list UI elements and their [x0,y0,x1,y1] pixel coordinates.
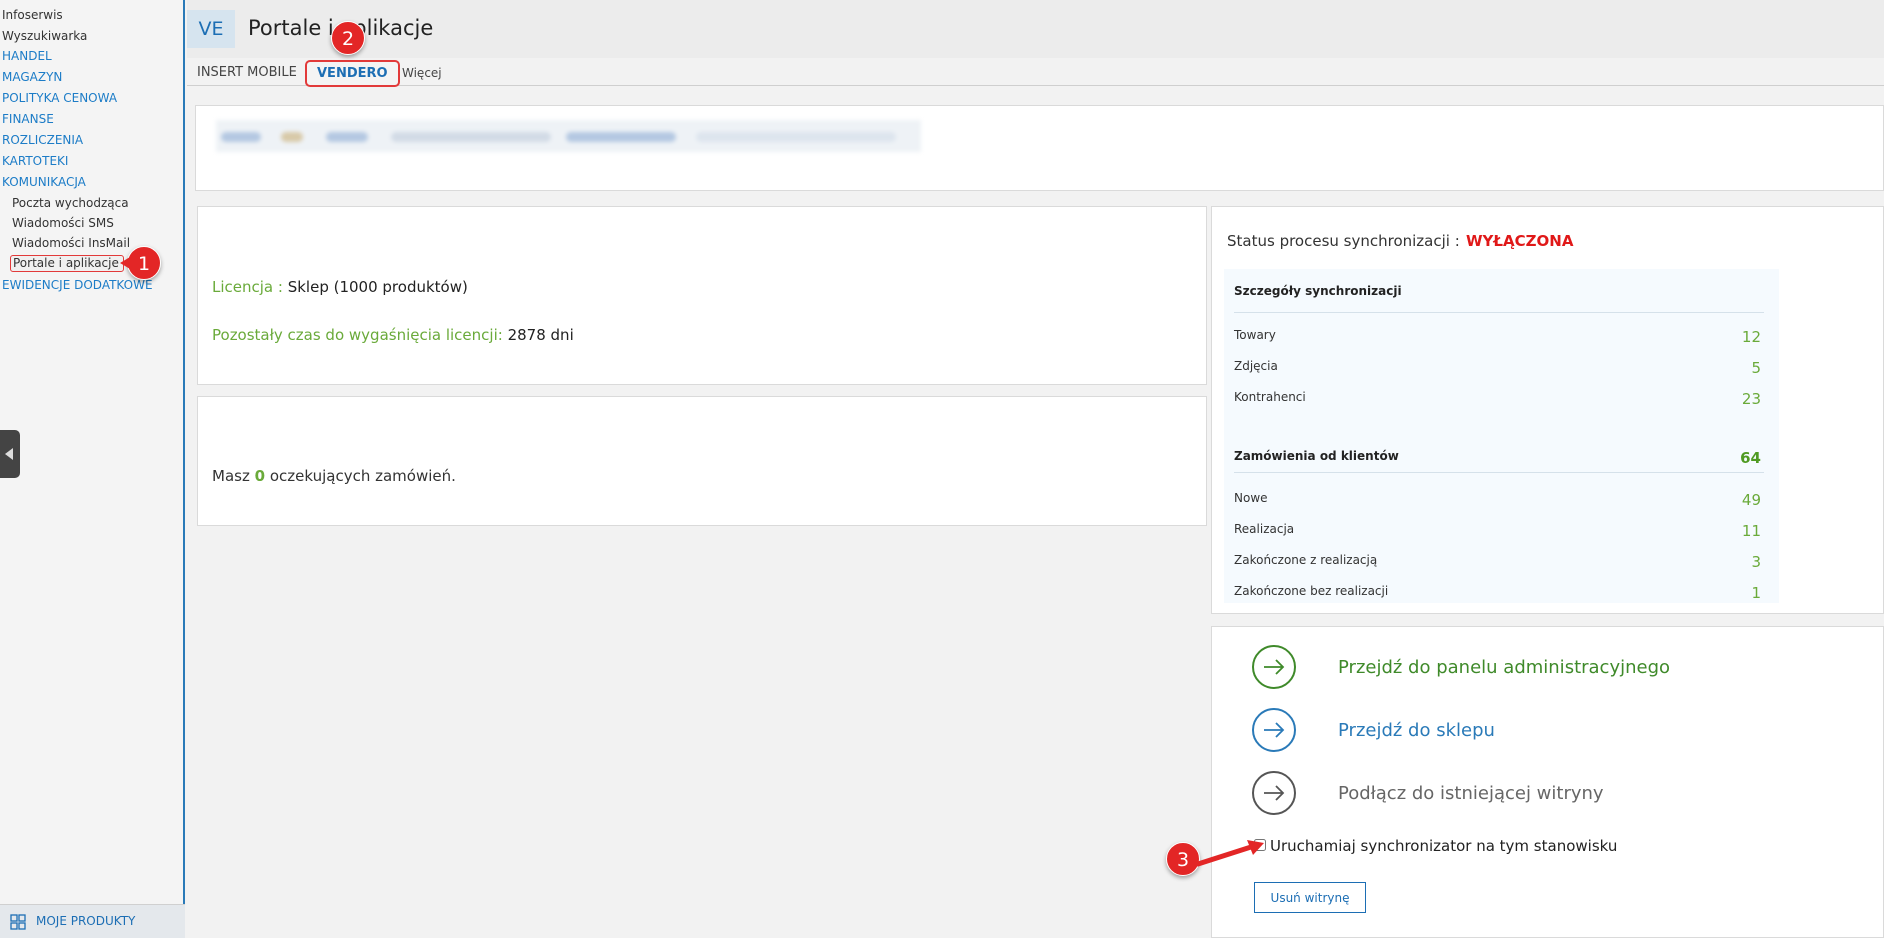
license-remaining-value: 2878 dni [507,326,574,344]
sync-detail-value: 23 [1741,390,1761,408]
license-panel: Licencja : Sklep (1000 produktów) Pozost… [197,206,1207,385]
pending-orders-count: 0 [254,467,266,485]
sync-status-panel: Status procesu synchronizacji : WYŁĄCZON… [1211,206,1884,614]
pending-orders-suffix: oczekujących zamówień. [269,467,456,485]
pending-orders-prefix: Masz [212,467,250,485]
tabs-bar: INSERT MOBILE VENDERO Więcej [187,58,1884,87]
sync-details-title: Szczegóły synchronizacji [1234,284,1402,298]
license-remaining-label: Pozostały czas do wygaśnięcia licencji: [212,326,503,344]
sync-details-block: Szczegóły synchronizacji Towary 12 Zdjęc… [1224,269,1779,603]
sidebar-item-ewidencje-dodatkowe[interactable]: EWIDENCJE DODATKOWE [2,277,153,293]
sidebar-item-wiadomosci-sms[interactable]: Wiadomości SMS [12,215,114,231]
go-to-shop-label: Przejdź do sklepu [1338,720,1495,741]
go-to-shop-link[interactable]: Przejdź do sklepu [1252,708,1552,752]
breadcrumb-panel [195,105,1884,191]
sync-detail-label: Zdjęcia [1234,359,1278,373]
sidebar-item-magazyn[interactable]: MAGAZYN [2,69,62,85]
annotation-marker-1: 1 [127,246,161,280]
customer-orders-title: Zamówienia od klientów [1234,449,1399,463]
actions-panel: Przejdź do panelu administracyjnego Prze… [1211,626,1884,938]
tab-wiecej[interactable]: Więcej [402,66,442,80]
run-sync-label[interactable]: Uruchamiaj synchronizator na tym stanowi… [1270,837,1617,855]
tab-insert-mobile[interactable]: INSERT MOBILE [197,65,297,80]
sidebar-item-komunikacja[interactable]: KOMUNIKACJA [2,174,86,190]
sidebar-item-infoserwis[interactable]: Infoserwis [2,7,63,23]
license-label: Licencja : [212,278,283,296]
arrow-right-icon [1264,722,1285,738]
divider [1234,312,1764,313]
tab-vendero[interactable]: VENDERO [305,60,400,87]
app-badge: VE [187,10,235,48]
sync-detail-value: 5 [1751,359,1761,377]
order-status-value: 3 [1751,553,1761,571]
annotation-marker-3: 3 [1166,842,1200,876]
blurred-breadcrumb [216,120,921,152]
license-remaining-row: Pozostały czas do wygaśnięcia licencji: … [212,326,574,344]
order-status-label: Nowe [1234,491,1268,505]
page-header: VE Portale i aplikacje [187,0,1884,58]
sidebar-item-finanse[interactable]: FINANSE [2,111,54,127]
sidebar-item-rozliczenia[interactable]: ROZLICZENIA [2,132,83,148]
order-status-value: 11 [1741,522,1761,540]
my-products-label: MOJE PRODUKTY [36,914,136,928]
sync-status-value: WYŁĄCZONA [1466,232,1574,250]
sync-detail-label: Kontrahenci [1234,390,1306,404]
admin-panel-link[interactable]: Przejdź do panelu administracyjnego [1252,645,1752,689]
connect-site-label: Podłącz do istniejącej witryny [1338,783,1604,804]
sidebar-item-handel[interactable]: HANDEL [2,48,52,64]
sidebar-item-wiadomosci-insmail[interactable]: Wiadomości InsMail [12,235,130,251]
license-value: Sklep (1000 produktów) [287,278,468,296]
remove-site-button[interactable]: Usuń witrynę [1254,882,1366,913]
my-products-bar[interactable]: MOJE PRODUKTY [0,904,185,938]
sidebar-item-poczta-wychodzaca[interactable]: Poczta wychodząca [12,195,129,211]
customer-orders-total: 64 [1740,449,1761,467]
order-status-label: Zakończone z realizacją [1234,553,1378,567]
sidebar-item-portale-i-aplikacje[interactable]: Portale i aplikacje [10,255,124,272]
sidebar-item-wyszukiwarka[interactable]: Wyszukiwarka [2,28,87,44]
arrow-right-icon [1264,659,1285,675]
marker-pointer-icon [120,257,130,269]
sync-detail-value: 12 [1741,328,1761,346]
arrow-right-icon [1264,785,1285,801]
annotation-marker-2: 2 [331,21,365,55]
red-arrow-icon [1196,840,1264,867]
order-status-value: 49 [1741,491,1761,509]
connect-site-link[interactable]: Podłącz do istniejącej witryny [1252,771,1672,815]
sync-detail-label: Towary [1234,328,1276,342]
order-status-label: Realizacja [1234,522,1295,536]
sidebar-item-kartoteki[interactable]: KARTOTEKI [2,153,68,169]
pending-orders-text: Masz 0 oczekujących zamówień. [212,467,456,485]
license-row: Licencja : Sklep (1000 produktów) [212,278,468,296]
grid-icon [10,914,26,930]
sidebar-collapse-toggle[interactable] [0,430,20,478]
divider [1234,472,1764,473]
order-status-value: 1 [1751,584,1761,602]
sidebar-item-polityka-cenowa[interactable]: POLITYKA CENOWA [2,90,117,106]
sync-status-title: Status procesu synchronizacji : [1227,232,1460,250]
orders-panel: Masz 0 oczekujących zamówień. [197,396,1207,526]
sidebar: Infoserwis Wyszukiwarka HANDEL MAGAZYN P… [0,0,185,938]
order-status-label: Zakończone bez realizacji [1234,584,1389,598]
admin-panel-label: Przejdź do panelu administracyjnego [1338,657,1671,678]
